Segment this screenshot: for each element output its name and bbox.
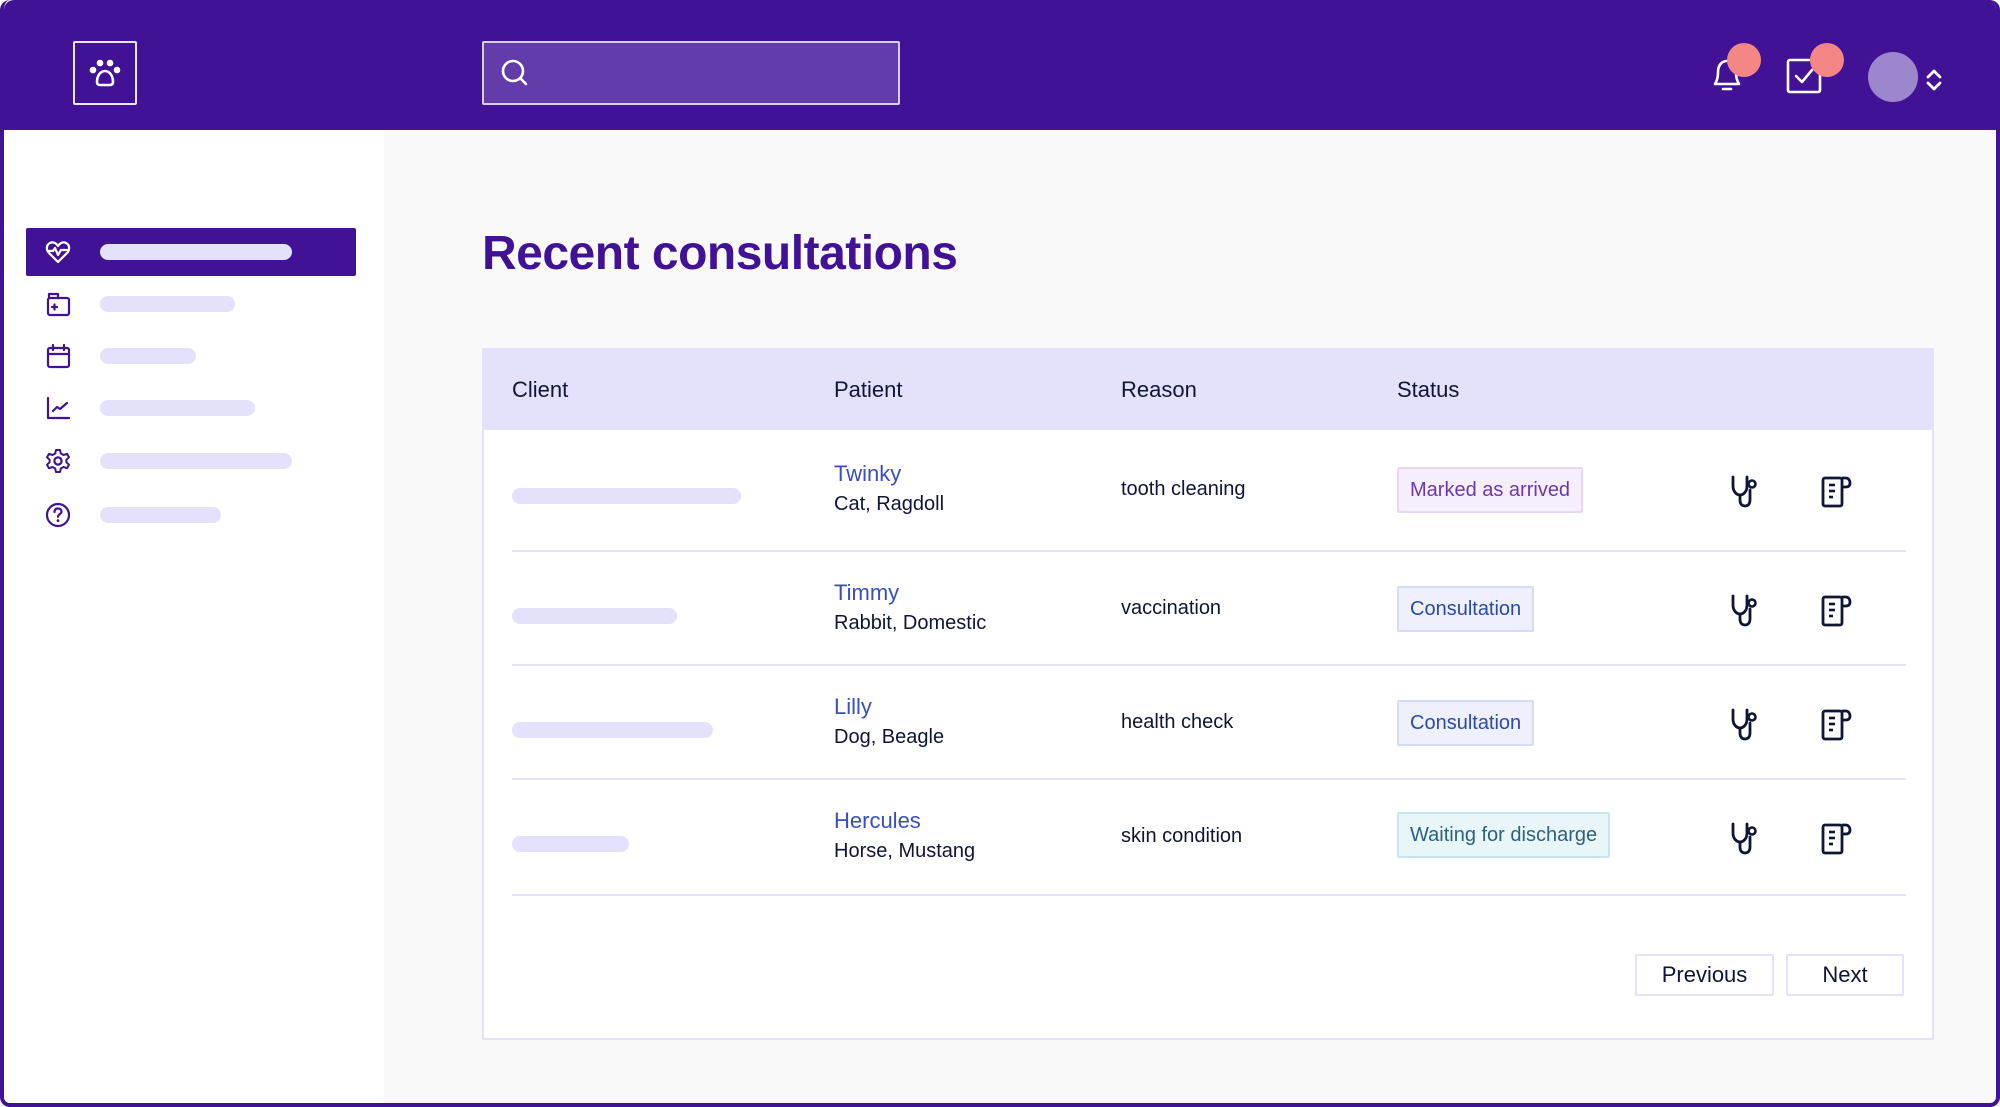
column-header-client: Client: [512, 377, 569, 402]
sidebar-item-reports[interactable]: [26, 384, 356, 432]
client-name-placeholder: [512, 722, 713, 738]
patient-species: Cat, Ragdoll: [834, 493, 945, 515]
notification-badge: [1727, 43, 1761, 77]
stethoscope-icon[interactable]: [1727, 592, 1763, 628]
sidebar-label-placeholder: [100, 507, 221, 523]
chart-line-icon: [46, 396, 71, 420]
sidebar-item-consultations[interactable]: [26, 228, 356, 276]
chevron-up-down-icon[interactable]: [1922, 66, 1946, 94]
status-badge: Consultation: [1397, 586, 1535, 632]
search-input[interactable]: [530, 43, 898, 103]
column-header-patient: Patient: [834, 377, 903, 402]
calendar-icon: [46, 343, 71, 369]
document-icon[interactable]: [1818, 473, 1854, 509]
document-icon[interactable]: [1818, 592, 1854, 628]
app-window: Recent consultations Client Patient Reas…: [0, 0, 2000, 1107]
client-name-placeholder: [512, 488, 741, 504]
consultation-reason: vaccination: [1121, 597, 1222, 619]
consultations-table: Client Patient Reason Status Twinky Cat,…: [482, 348, 1934, 1040]
status-badge: Consultation: [1397, 700, 1535, 746]
column-header-status: Status: [1397, 377, 1460, 402]
previous-page-button[interactable]: Previous: [1635, 954, 1774, 996]
next-page-button[interactable]: Next: [1786, 954, 1904, 996]
stethoscope-icon[interactable]: [1727, 706, 1763, 742]
stethoscope-icon[interactable]: [1727, 820, 1763, 856]
sidebar-label-placeholder: [100, 244, 292, 260]
patient-species: Dog, Beagle: [834, 726, 945, 748]
client-name-placeholder: [512, 608, 677, 624]
table-row[interactable]: Twinky Cat, Ragdoll tooth cleaning Marke…: [512, 430, 1906, 552]
column-header-reason: Reason: [1121, 377, 1197, 402]
consultation-reason: skin condition: [1121, 825, 1243, 847]
client-name-placeholder: [512, 836, 629, 852]
patient-name-link[interactable]: Timmy: [834, 580, 899, 606]
status-badge: Marked as arrived: [1397, 467, 1584, 513]
help-circle-icon: [45, 502, 71, 528]
table-row[interactable]: Timmy Rabbit, Domestic vaccination Consu…: [512, 552, 1906, 666]
sidebar-label-placeholder: [100, 296, 235, 312]
table-row[interactable]: Lilly Dog, Beagle health check Consultat…: [512, 666, 1906, 780]
table-header: Client Patient Reason Status: [484, 350, 1932, 430]
sidebar-item-help[interactable]: [26, 491, 356, 539]
sidebar-label-placeholder: [100, 400, 255, 416]
sidebar-item-settings[interactable]: [26, 437, 356, 485]
folder-plus-icon: [46, 292, 71, 317]
sidebar-label-placeholder: [100, 453, 292, 469]
consultation-reason: tooth cleaning: [1121, 478, 1246, 500]
table-row[interactable]: Hercules Horse, Mustang skin condition W…: [512, 780, 1906, 896]
document-icon[interactable]: [1818, 706, 1854, 742]
tasks-badge: [1810, 43, 1844, 77]
search-box[interactable]: [482, 41, 900, 105]
status-badge: Waiting for discharge: [1397, 812, 1611, 858]
paw-icon: [89, 59, 121, 87]
top-bar: [4, 0, 1996, 130]
stethoscope-icon[interactable]: [1727, 473, 1763, 509]
patient-species: Horse, Mustang: [834, 840, 976, 862]
gear-icon: [46, 449, 70, 473]
page-title: Recent consultations: [482, 227, 958, 280]
row-divider: [512, 894, 1906, 896]
patient-name-link[interactable]: Lilly: [834, 694, 872, 720]
app-logo[interactable]: [73, 41, 137, 105]
sidebar-item-calendar[interactable]: [26, 332, 356, 380]
patient-name-link[interactable]: Twinky: [834, 461, 901, 487]
sidebar-label-placeholder: [100, 348, 196, 364]
search-icon: [501, 59, 528, 86]
sidebar-item-records[interactable]: [26, 280, 356, 328]
document-icon[interactable]: [1818, 820, 1854, 856]
patient-species: Rabbit, Domestic: [834, 612, 987, 634]
consultation-reason: health check: [1121, 711, 1234, 733]
user-avatar[interactable]: [1868, 52, 1918, 102]
patient-name-link[interactable]: Hercules: [834, 808, 921, 834]
sidebar: [4, 130, 384, 1103]
heart-pulse-icon: [45, 241, 71, 264]
